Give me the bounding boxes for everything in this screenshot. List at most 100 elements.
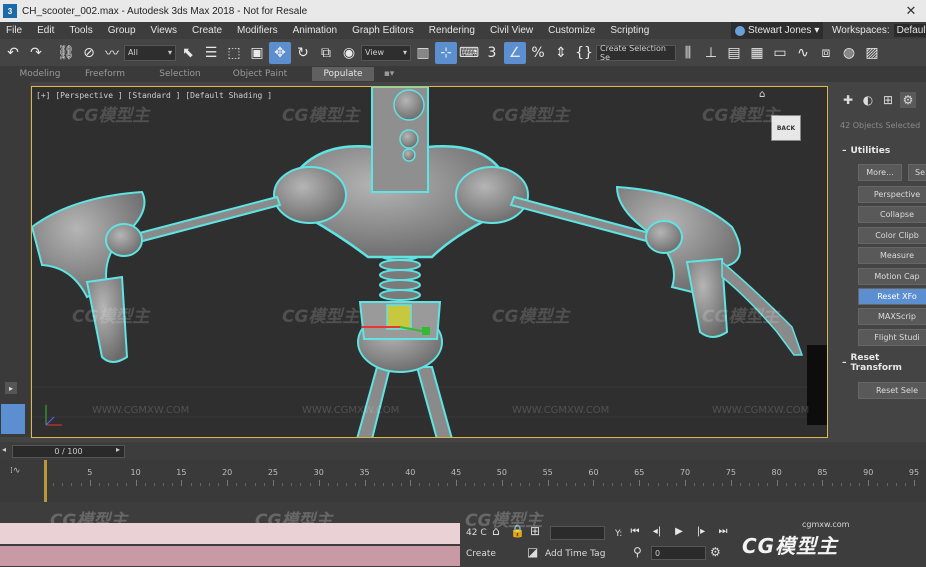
select-move-icon[interactable]: ✥ xyxy=(269,41,291,64)
workspaces-selector[interactable]: Workspaces: Default xyxy=(832,22,926,39)
utility-color-clipboard-button[interactable]: Color Clipb xyxy=(858,227,926,244)
next-frame-arrow-icon[interactable]: ▸ xyxy=(116,445,126,457)
reference-coord-dropdown[interactable]: View ▾ xyxy=(361,44,411,61)
modify-tab-icon[interactable]: ◐ xyxy=(860,92,876,108)
x-coordinate-field[interactable] xyxy=(550,526,605,540)
utility-motion-capture-button[interactable]: Motion Cap xyxy=(858,268,926,285)
utility-flight-studio-button[interactable]: Flight Studi xyxy=(858,329,926,346)
utility-collapse-button[interactable]: Collapse xyxy=(858,206,926,223)
select-object-icon[interactable]: ⬉ xyxy=(177,42,199,64)
select-place-icon[interactable]: ◉ xyxy=(338,42,360,64)
tab-object-paint[interactable]: Object Paint xyxy=(230,67,290,81)
rect-region-icon[interactable]: ⬚ xyxy=(223,42,245,64)
tab-freeform[interactable]: Freeform xyxy=(80,67,130,81)
mirror-icon[interactable]: ⫼ xyxy=(677,42,699,64)
time-slider[interactable]: ◂ 0 / 100 ▸ xyxy=(0,442,926,460)
home-icon[interactable]: ⌂ xyxy=(759,89,765,100)
menu-modifiers[interactable]: Modifiers xyxy=(231,25,287,36)
time-slider-thumb[interactable]: 0 / 100 xyxy=(12,445,125,458)
more-button[interactable]: More... xyxy=(858,164,902,181)
undo-icon[interactable]: ↶ xyxy=(2,42,24,64)
select-rotate-icon[interactable]: ↻ xyxy=(292,42,314,64)
menu-views[interactable]: Views xyxy=(145,25,187,36)
previous-key-icon[interactable]: ◂| xyxy=(650,524,664,538)
unlink-icon[interactable]: ⊘ xyxy=(78,42,100,64)
hierarchy-tab-icon[interactable]: ⊞ xyxy=(880,92,896,108)
schematic-view-icon[interactable]: ⧈ xyxy=(815,42,837,64)
redo-icon[interactable]: ↷ xyxy=(25,42,47,64)
utility-measure-button[interactable]: Measure xyxy=(858,247,926,264)
reset-selected-button[interactable]: Reset Sele xyxy=(858,382,926,399)
menu-animation[interactable]: Animation xyxy=(287,25,346,36)
menu-file[interactable]: File xyxy=(0,25,31,36)
viewport-label-menu[interactable]: [+] [Perspective ] [Standard ] [Default … xyxy=(36,91,272,100)
perspective-viewport[interactable]: [+] [Perspective ] [Standard ] [Default … xyxy=(31,86,828,438)
toggle-scene-explorer-icon[interactable]: ▤ xyxy=(723,42,745,64)
menu-scripting[interactable]: Scripting xyxy=(604,25,658,36)
lock-selection-icon[interactable]: 🔒 xyxy=(510,524,525,538)
tab-selection[interactable]: Selection xyxy=(130,67,230,81)
current-frame-field[interactable]: 0 xyxy=(651,546,706,560)
utilities-tab-icon[interactable]: ⚙ xyxy=(900,92,916,108)
tab-populate[interactable]: Populate xyxy=(312,67,374,81)
previous-frame-arrow-icon[interactable]: ◂ xyxy=(2,445,12,457)
keyboard-shortcut-override-icon[interactable]: ⌨ xyxy=(458,42,480,64)
expand-layout-arrow-icon[interactable]: ▸ xyxy=(5,382,17,394)
spinner-snap-icon[interactable]: ⇕ xyxy=(550,42,572,64)
manipulate-icon[interactable]: ⊹ xyxy=(435,41,457,64)
close-icon[interactable]: ✕ xyxy=(896,0,926,22)
time-config-icon[interactable]: ⚙ xyxy=(710,545,721,559)
go-to-end-icon[interactable]: ⏭ xyxy=(716,524,730,538)
frame-ruler[interactable]: 5 10 15 20 25 30 35 40 45 50 55 60 65 70 75 80 85 90 95 xyxy=(44,460,919,486)
utilities-rollout-header[interactable]: – Utilities xyxy=(836,144,926,158)
select-by-name-icon[interactable]: ☰ xyxy=(200,42,222,64)
time-tag-icon[interactable]: ◪ xyxy=(527,545,538,559)
menu-edit[interactable]: Edit xyxy=(31,25,63,36)
bind-space-warp-icon[interactable]: 〰 xyxy=(101,42,123,64)
open-mini-curve-editor-icon[interactable]: ⁞∿ xyxy=(10,466,20,476)
user-account-menu[interactable]: Stewart Jones ▾ xyxy=(731,22,824,39)
align-icon[interactable]: ⊥ xyxy=(700,42,722,64)
menu-group[interactable]: Group xyxy=(102,25,145,36)
reset-transform-rollout-header[interactable]: – Reset Transform xyxy=(836,353,926,373)
isolate-selection-icon[interactable]: ⌂ xyxy=(492,524,500,538)
snap-toggle-icon[interactable]: 3 xyxy=(481,42,503,64)
track-bar[interactable]: ⁞∿ 5 10 15 20 25 30 35 40 45 50 55 60 65 70 75 80 85 90 95 xyxy=(0,460,926,502)
scooter-robot-model[interactable] xyxy=(32,87,828,438)
key-mode-icon[interactable]: ⚲ xyxy=(633,545,642,559)
curve-editor-icon[interactable]: ∿ xyxy=(792,42,814,64)
menu-civil-view[interactable]: Civil View xyxy=(484,25,542,36)
current-frame-marker[interactable] xyxy=(44,460,47,502)
ribbon-options-icon[interactable]: ▪▾ xyxy=(374,67,404,81)
menu-create[interactable]: Create xyxy=(186,25,231,36)
toggle-ribbon-icon[interactable]: ▭ xyxy=(769,42,791,64)
maxscript-listener-input[interactable] xyxy=(0,523,460,544)
sets-button[interactable]: Se xyxy=(908,164,926,181)
viewport-layout-thumbnail-icon[interactable] xyxy=(1,404,25,434)
utility-maxscript-button[interactable]: MAXScrip xyxy=(858,308,926,325)
select-scale-icon[interactable]: ⧉ xyxy=(315,42,337,64)
render-setup-icon[interactable]: ▨ xyxy=(861,42,883,64)
window-crossing-icon[interactable]: ▣ xyxy=(246,42,268,64)
maxscript-listener-output[interactable] xyxy=(0,546,460,566)
material-editor-icon[interactable]: ◍ xyxy=(838,42,860,64)
selection-filter-dropdown[interactable]: All ▾ xyxy=(124,44,176,61)
utility-reset-xform-button[interactable]: Reset XFo xyxy=(858,288,926,305)
named-selection-dropdown[interactable]: Create Selection Se xyxy=(596,44,676,62)
tab-modeling[interactable]: Modeling xyxy=(0,67,80,81)
menu-tools[interactable]: Tools xyxy=(63,25,101,36)
menu-graph-editors[interactable]: Graph Editors xyxy=(346,25,423,36)
utility-perspective-match-button[interactable]: Perspective xyxy=(858,186,926,203)
go-to-start-icon[interactable]: ⏮ xyxy=(628,524,642,538)
workspaces-value[interactable]: Default xyxy=(893,24,926,37)
viewcube[interactable]: BACK xyxy=(771,115,801,141)
play-icon[interactable]: ▶ xyxy=(672,524,686,538)
menu-rendering[interactable]: Rendering xyxy=(423,25,484,36)
menu-customize[interactable]: Customize xyxy=(542,25,604,36)
pivot-center-icon[interactable]: ▥ xyxy=(412,42,434,64)
percent-snap-icon[interactable]: % xyxy=(527,42,549,64)
toggle-layer-explorer-icon[interactable]: ▦ xyxy=(746,42,768,64)
add-time-tag-button[interactable]: Add Time Tag xyxy=(545,549,605,559)
edit-named-selection-icon[interactable]: {} xyxy=(573,42,595,64)
next-key-icon[interactable]: |▸ xyxy=(694,524,708,538)
